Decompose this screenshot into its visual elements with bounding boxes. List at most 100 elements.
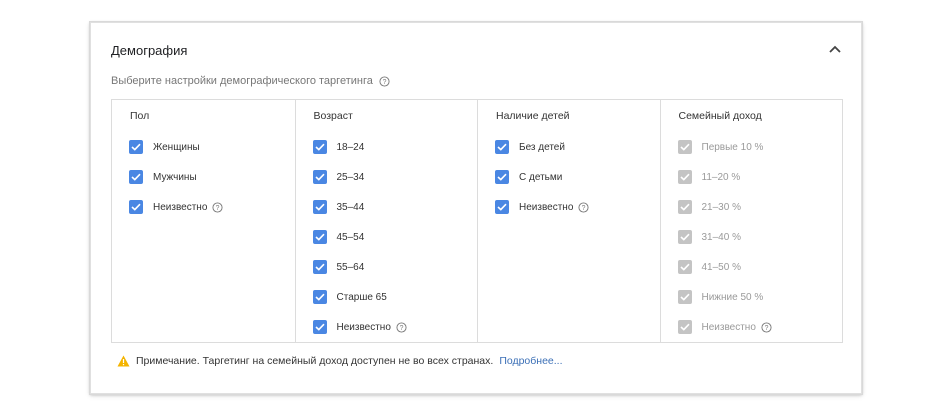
checkmark-icon bbox=[679, 143, 690, 151]
checkbox-label: 55–64 bbox=[337, 262, 365, 273]
note-text: Примечание. Таргетинг на семейный доход … bbox=[136, 355, 494, 367]
option-text: Неизвестно bbox=[519, 201, 574, 213]
checkbox-label: Женщины bbox=[153, 142, 200, 153]
option-text: С детьми bbox=[519, 171, 563, 183]
checkmark-icon bbox=[131, 203, 141, 211]
checkmark-icon bbox=[679, 293, 690, 301]
collapse-button[interactable] bbox=[827, 41, 843, 57]
learn-more-link[interactable]: Подробнее... bbox=[499, 355, 562, 367]
svg-text:?: ? bbox=[764, 324, 768, 331]
checkbox-label: 35–44 bbox=[337, 202, 365, 213]
option-text: Женщины bbox=[153, 141, 200, 153]
checkbox-label: Старше 65 bbox=[337, 292, 387, 303]
checkmark-icon bbox=[314, 173, 325, 181]
checkmark-icon bbox=[314, 293, 325, 301]
checkbox-option[interactable]: Мужчины bbox=[129, 169, 197, 185]
checkbox[interactable] bbox=[312, 230, 327, 244]
checkbox[interactable] bbox=[312, 320, 327, 334]
chevron-up-icon bbox=[829, 45, 841, 53]
checkbox-option[interactable]: Первые 10 % bbox=[677, 139, 763, 155]
checkbox-label: 21–30 % bbox=[702, 202, 741, 213]
column-age: Возраст 18–24 25–34 35–44 45–54 55–64 Старше 6… bbox=[294, 100, 478, 342]
demographics-grid: Пол Женщины Мужчины Неизвестно? Возраст 18–24… bbox=[111, 99, 843, 343]
option-text: Неизвестно bbox=[701, 321, 756, 333]
help-icon[interactable]: ? bbox=[379, 75, 390, 87]
help-icon[interactable]: ? bbox=[212, 201, 223, 213]
help-icon[interactable]: ? bbox=[761, 321, 772, 333]
checkbox[interactable] bbox=[677, 320, 692, 334]
checkbox[interactable] bbox=[495, 170, 509, 184]
checkmark-icon bbox=[679, 233, 690, 241]
option-text: 31–40 % bbox=[701, 231, 741, 243]
checkbox-option[interactable]: Нижние 50 % bbox=[677, 289, 763, 305]
checkbox-label: Неизвестно? bbox=[153, 202, 223, 213]
checkbox-option[interactable]: 11–20 % bbox=[677, 169, 741, 185]
checkbox-option[interactable]: С детьми bbox=[495, 169, 562, 185]
checkbox[interactable] bbox=[677, 200, 692, 214]
help-icon[interactable]: ? bbox=[578, 201, 589, 213]
checkmark-icon bbox=[497, 143, 507, 151]
checkbox-option[interactable]: Старше 65 bbox=[312, 289, 387, 305]
checkbox-option[interactable]: 18–24 bbox=[312, 139, 364, 155]
column-parental-status: Наличие детей Без детей С детьми Неизвестно… bbox=[477, 100, 660, 342]
checkbox[interactable] bbox=[129, 170, 143, 184]
column-header: Возраст bbox=[313, 110, 353, 122]
checkbox-option[interactable]: 45–54 bbox=[312, 229, 365, 245]
checkbox[interactable] bbox=[312, 200, 327, 214]
option-text: Неизвестно bbox=[153, 201, 208, 213]
warning-icon bbox=[117, 355, 130, 367]
checkbox[interactable] bbox=[312, 290, 327, 304]
checkbox[interactable] bbox=[312, 260, 327, 274]
checkbox[interactable] bbox=[129, 200, 143, 214]
checkmark-icon bbox=[679, 173, 690, 181]
checkbox-option[interactable]: Неизвестно? bbox=[495, 199, 589, 215]
checkmark-icon bbox=[314, 203, 325, 211]
checkbox-option[interactable]: 35–44 bbox=[312, 199, 365, 215]
checkbox[interactable] bbox=[677, 260, 692, 274]
checkbox-label: Без детей bbox=[519, 142, 565, 153]
svg-text:?: ? bbox=[216, 204, 220, 211]
checkbox[interactable] bbox=[312, 170, 327, 184]
checkbox[interactable] bbox=[677, 140, 692, 154]
checkbox[interactable] bbox=[677, 230, 692, 244]
checkmark-icon bbox=[131, 173, 141, 181]
checkbox-option[interactable]: 21–30 % bbox=[677, 199, 741, 215]
checkbox[interactable] bbox=[129, 140, 143, 154]
checkbox-label: 25–34 bbox=[337, 172, 365, 183]
checkmark-icon bbox=[679, 323, 690, 331]
checkbox-option[interactable]: 31–40 % bbox=[677, 229, 741, 245]
checkbox-option[interactable]: 55–64 bbox=[312, 259, 365, 275]
checkbox-label: 11–20 % bbox=[702, 172, 741, 183]
checkbox-label: 31–40 % bbox=[702, 232, 741, 243]
checkbox[interactable] bbox=[312, 140, 327, 154]
option-text: 25–34 bbox=[336, 171, 365, 183]
column-header: Семейный доход bbox=[678, 110, 762, 122]
checkbox-option[interactable]: Женщины bbox=[129, 139, 200, 155]
checkbox[interactable] bbox=[677, 170, 692, 184]
checkmark-icon bbox=[314, 233, 325, 241]
checkmark-icon bbox=[314, 323, 325, 331]
option-text: 45–54 bbox=[336, 231, 365, 243]
checkbox-label: Неизвестно? bbox=[519, 202, 589, 213]
checkbox-option[interactable]: Неизвестно? bbox=[312, 319, 407, 335]
checkbox-label: С детьми bbox=[519, 172, 562, 183]
checkbox[interactable] bbox=[495, 140, 509, 154]
checkbox-label: Мужчины bbox=[153, 172, 197, 183]
option-text: Неизвестно bbox=[336, 321, 391, 333]
checkbox-option[interactable]: Неизвестно? bbox=[129, 199, 223, 215]
checkbox[interactable] bbox=[677, 290, 692, 304]
checkbox[interactable] bbox=[495, 200, 509, 214]
note: Примечание. Таргетинг на семейный доход … bbox=[117, 355, 563, 367]
option-text: 55–64 bbox=[336, 261, 365, 273]
checkbox-option[interactable]: 41–50 % bbox=[677, 259, 741, 275]
checkmark-icon bbox=[679, 203, 690, 211]
checkbox-label: Неизвестно? bbox=[702, 322, 772, 333]
checkbox-option[interactable]: Неизвестно? bbox=[677, 319, 772, 335]
subtitle: Выберите настройки демографического тарг… bbox=[111, 75, 390, 87]
demographics-card: Демография Выберите настройки демографич… bbox=[90, 22, 862, 394]
checkbox-option[interactable]: Без детей bbox=[495, 139, 565, 155]
checkmark-icon bbox=[497, 203, 507, 211]
help-icon[interactable]: ? bbox=[396, 321, 407, 333]
card-title: Демография bbox=[111, 43, 188, 58]
checkbox-option[interactable]: 25–34 bbox=[312, 169, 365, 185]
